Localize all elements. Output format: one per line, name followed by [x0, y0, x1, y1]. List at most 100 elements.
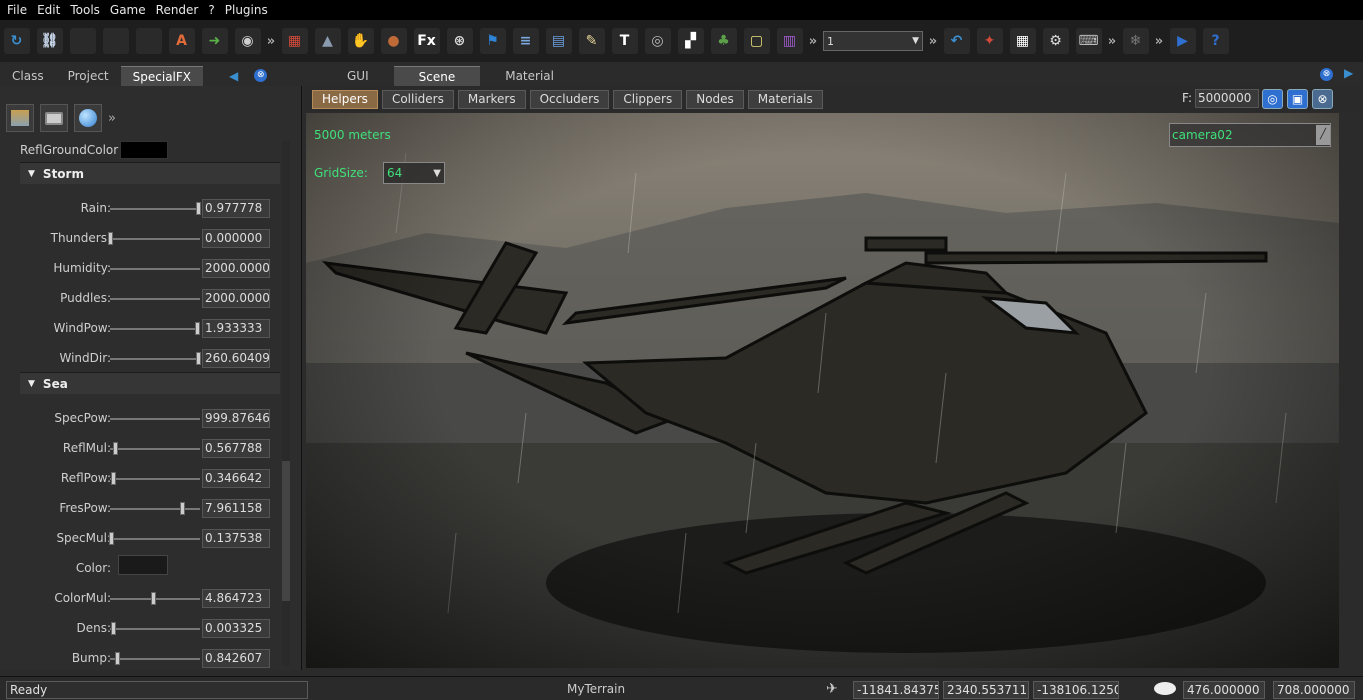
property-slider[interactable]	[110, 352, 202, 365]
property-slider[interactable]	[110, 652, 200, 665]
refl-ground-swatch[interactable]	[120, 141, 168, 159]
close-scene-icon[interactable]: ⊗	[1312, 89, 1333, 109]
camera-icon[interactable]	[40, 104, 68, 132]
slider-thumb[interactable]	[110, 472, 116, 485]
property-slider[interactable]	[110, 268, 200, 270]
storm-section-header[interactable]: ▼ Storm	[20, 162, 280, 184]
snowflake-icon[interactable]: ❄	[1122, 28, 1149, 54]
terrain-icon[interactable]: ▲	[314, 28, 341, 54]
menu-render[interactable]: Render	[151, 0, 204, 20]
menu-tools[interactable]: Tools	[65, 0, 105, 20]
slider-thumb[interactable]	[115, 652, 121, 665]
collapse-left-icon[interactable]: ◀	[229, 66, 238, 86]
close-view-icon[interactable]: ⊗	[1320, 68, 1333, 81]
wheel-icon[interactable]: ⊛	[446, 28, 473, 54]
slider-thumb[interactable]	[151, 592, 157, 605]
menu-edit[interactable]: Edit	[32, 0, 65, 20]
property-slider[interactable]	[108, 532, 200, 545]
property-slider[interactable]	[110, 202, 202, 215]
filter-occluders[interactable]: Occluders	[529, 89, 610, 109]
menu-file[interactable]: File	[2, 0, 32, 20]
filter-clippers[interactable]: Clippers	[613, 89, 683, 109]
more-icon[interactable]: »	[266, 28, 276, 54]
new-document-icon[interactable]	[69, 28, 96, 54]
property-value-input[interactable]: 999.87646	[202, 409, 270, 428]
collapse-right-icon[interactable]: ▶	[1344, 66, 1353, 80]
more-icon[interactable]: »	[108, 111, 116, 126]
property-value-input[interactable]: 0.567788	[202, 439, 270, 458]
more-icon[interactable]: »	[808, 28, 818, 54]
property-value-input[interactable]: 7.961158	[202, 499, 270, 518]
filter-colliders[interactable]: Colliders	[381, 89, 454, 109]
property-value-input[interactable]: 0.346642	[202, 469, 270, 488]
lifebuoy-icon[interactable]: ◎	[1262, 89, 1283, 109]
slider-thumb[interactable]	[108, 532, 114, 545]
slider-thumb[interactable]	[110, 622, 116, 635]
save-icon[interactable]	[135, 28, 162, 54]
more-icon[interactable]: »	[1107, 28, 1117, 54]
slider-thumb[interactable]	[108, 232, 113, 245]
tab-project[interactable]: Project	[56, 66, 121, 86]
color-swatch[interactable]	[118, 555, 168, 575]
slider-thumb[interactable]	[113, 442, 119, 455]
close-panel-icon[interactable]: ⊗	[254, 69, 268, 82]
property-slider[interactable]	[110, 622, 200, 635]
planet-icon[interactable]: ●	[380, 28, 407, 54]
slider-thumb[interactable]	[195, 322, 201, 335]
tab-material[interactable]: Material	[480, 66, 579, 86]
property-slider[interactable]	[110, 442, 200, 455]
property-slider[interactable]	[110, 322, 201, 335]
more-icon[interactable]: »	[1154, 28, 1164, 54]
sea-section-header[interactable]: ▼ Sea	[20, 372, 280, 394]
snapshot-icon[interactable]: ▣	[1287, 89, 1308, 109]
property-value-input[interactable]: 0.137538	[202, 529, 270, 548]
cube-icon[interactable]: ▦	[281, 28, 308, 54]
help-icon[interactable]: ?	[1202, 28, 1229, 54]
export-icon[interactable]: ➜	[201, 28, 228, 54]
filter-nodes[interactable]: Nodes	[686, 89, 744, 109]
sky-icon[interactable]	[6, 104, 34, 132]
keyboard-icon[interactable]: ⌨	[1075, 28, 1102, 54]
property-slider[interactable]	[110, 592, 200, 605]
property-value-input[interactable]: 0.842607	[202, 649, 270, 668]
hand-icon[interactable]: ✋	[347, 28, 374, 54]
tab-gui[interactable]: GUI	[322, 66, 394, 86]
property-slider[interactable]	[110, 502, 200, 515]
globe-icon[interactable]	[74, 104, 102, 132]
property-value-input[interactable]: 2000.0000	[202, 259, 270, 278]
scrollbar-thumb[interactable]	[282, 461, 290, 601]
property-value-input[interactable]: 0.977778	[202, 199, 270, 218]
undo-icon[interactable]: ↶	[943, 28, 970, 54]
property-value-input[interactable]: 0.003325	[202, 619, 270, 638]
grid-icon[interactable]: ▦	[1009, 28, 1036, 54]
tab-specialfx[interactable]: SpecialFX	[120, 66, 203, 86]
open-folder-icon[interactable]	[102, 28, 129, 54]
gridsize-select[interactable]: 64 ▼	[383, 162, 445, 184]
tab-class[interactable]: Class	[0, 66, 56, 86]
camera-edit-icon[interactable]: ╱	[1316, 125, 1330, 145]
tree-icon[interactable]: ♣	[710, 28, 737, 54]
sound-icon[interactable]: ◎	[644, 28, 671, 54]
disc-icon[interactable]: ◉	[234, 28, 261, 54]
more-icon[interactable]: »	[928, 28, 938, 54]
gear-icon[interactable]: ⚙	[1042, 28, 1069, 54]
property-slider[interactable]	[110, 472, 200, 485]
property-slider[interactable]	[110, 418, 200, 420]
property-slider[interactable]	[110, 298, 200, 300]
import-ase-icon[interactable]: A	[168, 28, 195, 54]
note-icon[interactable]: ▢	[743, 28, 770, 54]
node-graph-icon[interactable]: ⛓	[36, 28, 63, 54]
render-mode-select[interactable]: 1 ▼	[823, 31, 923, 51]
menu-help[interactable]: ?	[203, 0, 219, 20]
filter-materials[interactable]: Materials	[747, 89, 823, 109]
flag-icon[interactable]: ⚑	[479, 28, 506, 54]
script-icon[interactable]: ≡	[512, 28, 539, 54]
play-icon[interactable]: ▶	[1169, 28, 1196, 54]
property-value-input[interactable]: 2000.0000	[202, 289, 270, 308]
menu-plugins[interactable]: Plugins	[220, 0, 273, 20]
text-icon[interactable]: T	[611, 28, 638, 54]
notepad-icon[interactable]: ✎	[578, 28, 605, 54]
property-value-input[interactable]: 4.864723	[202, 589, 270, 608]
slider-thumb[interactable]	[196, 202, 202, 215]
tab-scene[interactable]: Scene	[393, 66, 481, 86]
